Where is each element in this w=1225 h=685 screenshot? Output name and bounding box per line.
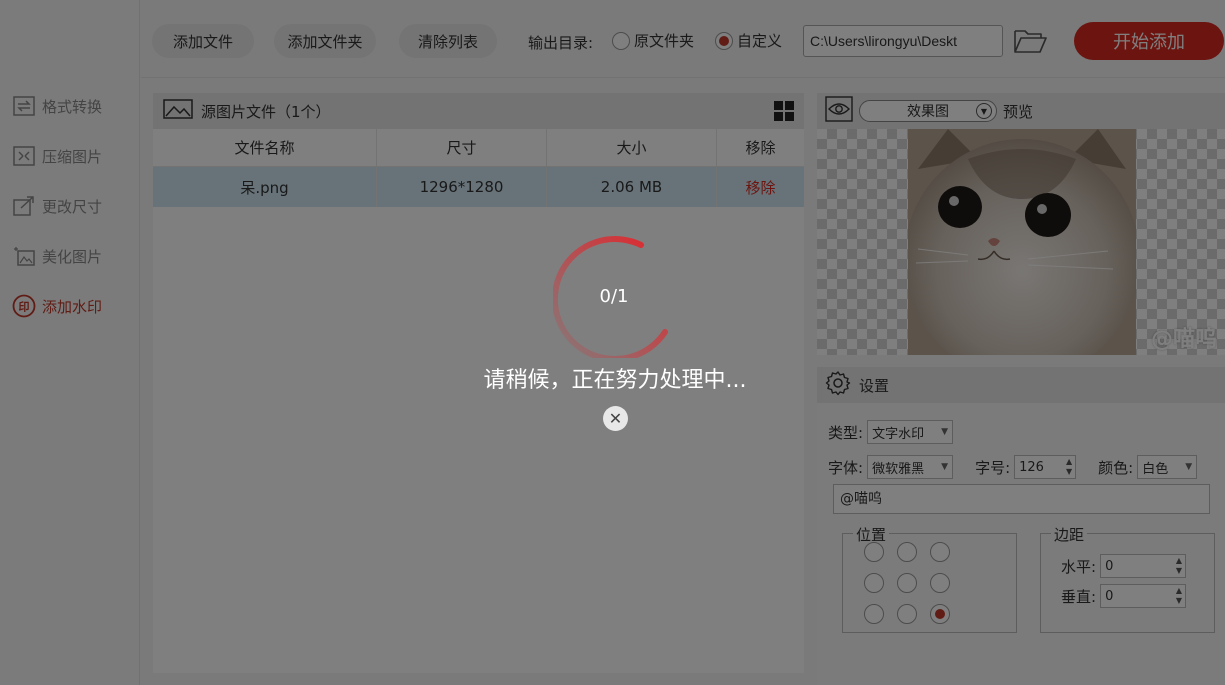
progress-counter: 0/1: [599, 286, 629, 307]
processing-message: 请稍候，正在努力处理中...: [483, 368, 747, 393]
close-icon[interactable]: ✕: [603, 406, 628, 431]
processing-overlay: 0/1 请稍候，正在努力处理中... ✕: [0, 0, 1225, 685]
